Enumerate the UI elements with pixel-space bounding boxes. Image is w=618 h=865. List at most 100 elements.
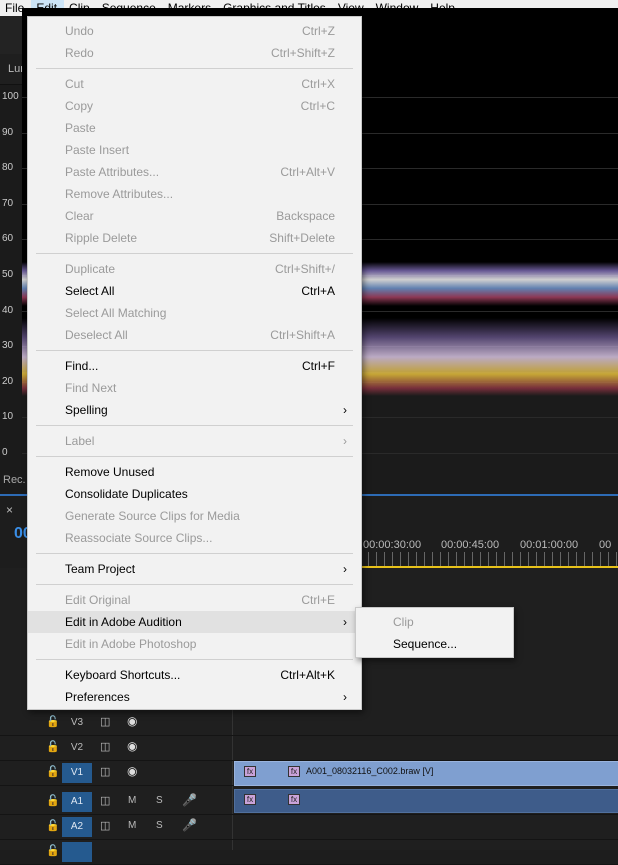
menu-item-shortcut: Ctrl+Shift+Z [270, 46, 335, 60]
menu-separator [36, 350, 353, 351]
track-name[interactable]: A2 [62, 817, 92, 837]
solo-button[interactable]: S [156, 795, 163, 806]
ruler-time-label: 00:00:30:00 [363, 539, 422, 551]
menu-item-remove-unused[interactable]: Remove Unused [28, 461, 361, 483]
menu-item-paste[interactable]: Paste [28, 117, 361, 139]
menu-item-team-project[interactable]: Team Project › [28, 558, 361, 580]
menu-item-shortcut: Ctrl+Alt+V [280, 165, 335, 179]
track-name[interactable]: V1 [62, 763, 92, 783]
menu-item-shortcut: Ctrl+X [301, 77, 335, 91]
menu-item-label: Select All [65, 284, 115, 298]
menu-item-label: Find... [65, 359, 99, 373]
menu-item-label: Team Project [65, 562, 136, 576]
chevron-right-icon: › [343, 562, 347, 576]
menu-item-generate-source-clips-for-media[interactable]: Generate Source Clips for Media [28, 505, 361, 527]
track-name[interactable]: V3 [62, 713, 92, 733]
menu-item-duplicate[interactable]: Duplicate Ctrl+Shift+/ [28, 258, 361, 280]
scope-y-label: 30 [2, 340, 14, 352]
menu-item-keyboard-shortcuts[interactable]: Keyboard Shortcuts... Ctrl+Alt+K [28, 664, 361, 686]
lock-icon[interactable]: 🔓 [46, 794, 60, 807]
menu-item-ripple-delete[interactable]: Ripple Delete Shift+Delete [28, 227, 361, 249]
menu-item-cut[interactable]: Cut Ctrl+X [28, 73, 361, 95]
menu-item-label: Remove Unused [65, 465, 155, 479]
menu-separator [36, 68, 353, 69]
menu-item-label: Edit Original [65, 593, 131, 607]
menu-item-label: Find Next [65, 381, 117, 395]
lock-icon[interactable]: 🔓 [46, 819, 60, 832]
film-icon[interactable]: ◫ [100, 819, 110, 832]
mute-button[interactable]: M [128, 820, 136, 831]
menu-item-label: Paste Attributes... [65, 165, 160, 179]
fx-badge: fx [288, 794, 300, 805]
track-row-v2: 🔓 V2 ◫ ◉ [0, 736, 618, 761]
eye-icon[interactable]: ◉ [127, 739, 137, 753]
menu-item-label: Ripple Delete [65, 231, 138, 245]
menu-separator [36, 553, 353, 554]
menu-item-undo[interactable]: Undo Ctrl+Z [28, 20, 361, 42]
menu-item-paste-insert[interactable]: Paste Insert [28, 139, 361, 161]
lock-icon[interactable]: 🔓 [46, 765, 60, 778]
menu-item-label: Duplicate [65, 262, 116, 276]
lock-icon[interactable]: 🔓 [46, 740, 60, 753]
menu-item-label: Paste [65, 121, 96, 135]
menu-item-redo[interactable]: Redo Ctrl+Shift+Z [28, 42, 361, 64]
menu-item-spelling[interactable]: Spelling › [28, 399, 361, 421]
lock-icon[interactable]: 🔓 [46, 715, 60, 728]
mic-icon[interactable]: 🎤 [182, 818, 197, 832]
menu-item-reassociate-source-clips[interactable]: Reassociate Source Clips... [28, 527, 361, 549]
mic-icon[interactable]: 🎤 [182, 793, 197, 807]
menu-item-copy[interactable]: Copy Ctrl+C [28, 95, 361, 117]
menu-item-label: Edit in Adobe Audition [65, 615, 182, 629]
menu-item-preferences[interactable]: Preferences › [28, 686, 361, 708]
close-icon[interactable]: × [6, 503, 13, 517]
menu-item-shortcut: Ctrl+E [301, 593, 335, 607]
menu-item-paste-attributes[interactable]: Paste Attributes... Ctrl+Alt+V [28, 161, 361, 183]
menu-item-label: Keyboard Shortcuts... [65, 668, 181, 682]
menu-item-remove-attributes[interactable]: Remove Attributes... [28, 183, 361, 205]
menu-item-select-all-matching[interactable]: Select All Matching [28, 302, 361, 324]
menu-item-label: Select All Matching [65, 306, 167, 320]
ruler-time-label: 00:01:00:00 [520, 539, 579, 551]
menu-item-select-all[interactable]: Select All Ctrl+A [28, 280, 361, 302]
ruler-time-label: 00:00:45:00 [441, 539, 500, 551]
menu-item-shortcut: Ctrl+C [300, 99, 335, 113]
menu-item-shortcut: Ctrl+Alt+K [280, 668, 335, 682]
menu-item-edit-in-adobe-photoshop[interactable]: Edit in Adobe Photoshop [28, 633, 361, 655]
submenu-item-sequence[interactable]: Sequence... [356, 633, 513, 655]
menu-separator [36, 425, 353, 426]
menu-item-edit-original[interactable]: Edit Original Ctrl+E [28, 589, 361, 611]
menu-item-find-next[interactable]: Find Next [28, 377, 361, 399]
rec-label[interactable]: Rec. [3, 474, 26, 486]
submenu-item-clip[interactable]: Clip [356, 611, 513, 633]
film-icon[interactable]: ◫ [100, 740, 110, 753]
menu-item-label: Undo [65, 24, 94, 38]
menu-item-label: Edit in Adobe Photoshop [65, 637, 197, 651]
menu-item-label: Remove Attributes... [65, 187, 174, 201]
lock-icon[interactable]: 🔓 [46, 844, 60, 857]
eye-icon[interactable]: ◉ [127, 764, 137, 778]
mute-button[interactable]: M [128, 795, 136, 806]
eye-icon[interactable]: ◉ [127, 714, 137, 728]
solo-button[interactable]: S [156, 820, 163, 831]
menu-item-find[interactable]: Find... Ctrl+F [28, 355, 361, 377]
menu-item-label[interactable]: Label › [28, 430, 361, 452]
track-name[interactable]: A1 [62, 792, 92, 812]
menu-item-edit-in-adobe-audition[interactable]: Edit in Adobe Audition › [28, 611, 361, 633]
track-name[interactable] [62, 842, 92, 862]
chevron-right-icon: › [343, 690, 347, 704]
scope-y-label: 40 [2, 304, 14, 316]
scope-y-label: 80 [2, 162, 14, 174]
film-icon[interactable]: ◫ [100, 715, 110, 728]
chevron-right-icon: › [343, 615, 347, 629]
menu-item-deselect-all[interactable]: Deselect All Ctrl+Shift+A [28, 324, 361, 346]
film-icon[interactable]: ◫ [100, 765, 110, 778]
menu-item-clear[interactable]: Clear Backspace [28, 205, 361, 227]
menu-item-label: Preferences [65, 690, 130, 704]
track-name[interactable]: V2 [62, 738, 92, 758]
track-row-v3: 🔓 V3 ◫ ◉ [0, 711, 618, 736]
menu-item-label: Cut [65, 77, 84, 91]
film-icon[interactable]: ◫ [100, 794, 110, 807]
menu-item-consolidate-duplicates[interactable]: Consolidate Duplicates [28, 483, 361, 505]
menu-item-label: Reassociate Source Clips... [65, 531, 213, 545]
fx-badge: fx [244, 766, 256, 777]
